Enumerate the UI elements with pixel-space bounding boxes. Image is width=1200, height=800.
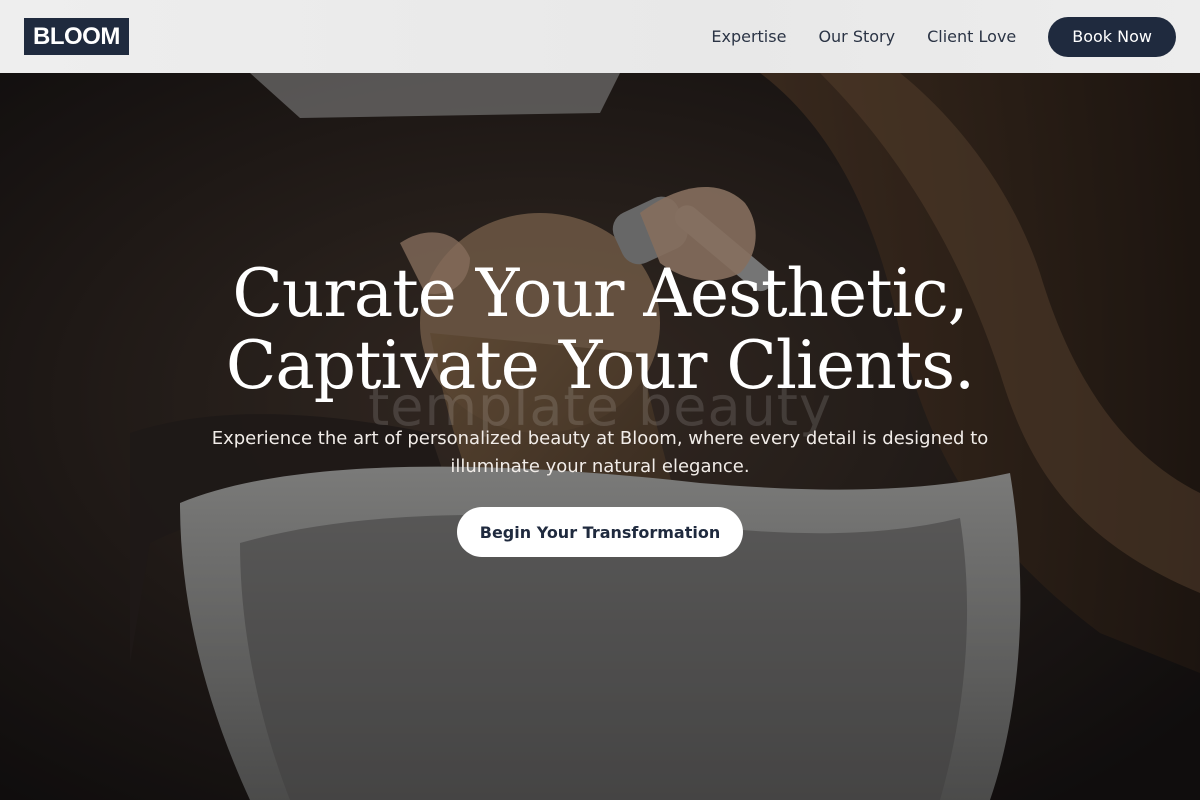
main-nav: Expertise Our Story Client Love Book Now bbox=[711, 16, 1176, 57]
hero-title: Curate Your Aesthetic, Captivate Your Cl… bbox=[0, 258, 1200, 402]
brand-logo[interactable]: BLOOM bbox=[24, 18, 129, 55]
nav-link-expertise[interactable]: Expertise bbox=[711, 27, 786, 46]
nav-link-client-love[interactable]: Client Love bbox=[927, 27, 1016, 46]
site-header: BLOOM Expertise Our Story Client Love Bo… bbox=[0, 0, 1200, 73]
begin-transformation-button[interactable]: Begin Your Transformation bbox=[457, 507, 743, 557]
book-now-button[interactable]: Book Now bbox=[1048, 16, 1176, 57]
nav-link-our-story[interactable]: Our Story bbox=[818, 27, 895, 46]
hero-section: template beauty Curate Your Aesthetic, C… bbox=[0, 73, 1200, 800]
hero-title-line-1: Curate Your Aesthetic, bbox=[232, 255, 968, 332]
hero-subtitle: Experience the art of personalized beaut… bbox=[211, 428, 989, 477]
hero-title-line-2: Captivate Your Clients. bbox=[225, 327, 975, 404]
